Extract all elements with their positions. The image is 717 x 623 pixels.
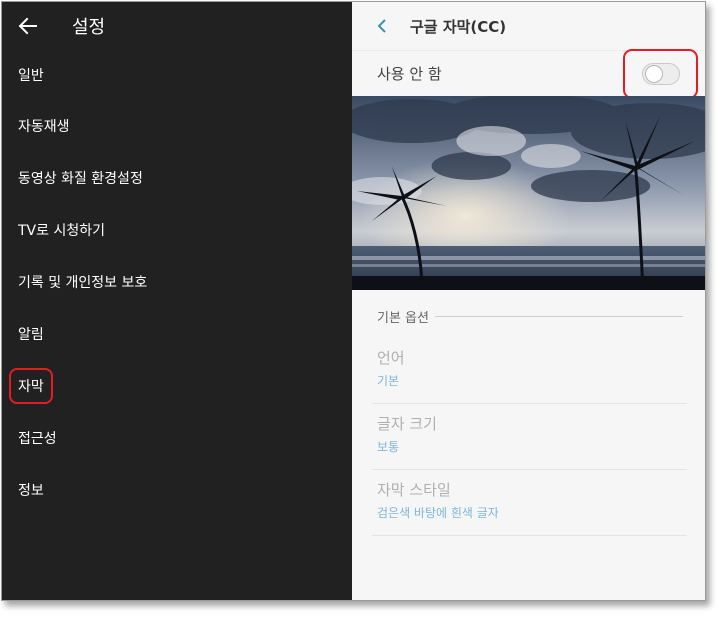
app-window: 설정 일반 자동재생 동영상 화질 환경설정 TV로 시청하기 기록 및 개인정… xyxy=(1,1,706,601)
option-value: 기본 xyxy=(377,374,400,388)
option-language[interactable]: 언어 기본 xyxy=(372,338,687,404)
menu-item-label: 자막 xyxy=(9,368,53,404)
menu-item-watch-on-tv[interactable]: TV로 시청하기 xyxy=(2,204,352,256)
option-title: 자막 스타일 xyxy=(377,481,451,499)
menu-item-label: 알림 xyxy=(18,327,44,343)
settings-menu: 일반 자동재생 동영상 화질 환경설정 TV로 시청하기 기록 및 개인정보 보… xyxy=(2,50,352,516)
toggle-highlight xyxy=(623,48,698,99)
captions-panel: 구글 자막(CC) 사용 안 함 기본 옵션 언어 기본 글자 크기 보통 자막… xyxy=(352,2,705,600)
menu-item-captions[interactable]: 자막 xyxy=(2,360,352,412)
back-arrow-icon[interactable] xyxy=(16,14,40,38)
menu-item-label: 정보 xyxy=(18,483,44,499)
settings-title: 설정 xyxy=(72,17,106,38)
menu-item-notifications[interactable]: 알림 xyxy=(2,308,352,360)
menu-item-history-privacy[interactable]: 기록 및 개인정보 보호 xyxy=(2,256,352,308)
menu-item-autoplay[interactable]: 자동재생 xyxy=(2,100,352,152)
captions-header: 구글 자막(CC) xyxy=(352,2,705,50)
section-divider xyxy=(434,315,683,317)
toggle-knob xyxy=(644,64,663,83)
menu-item-label: TV로 시청하기 xyxy=(18,223,105,239)
menu-item-label: 접근성 xyxy=(18,431,57,447)
captions-title: 구글 자막(CC) xyxy=(410,17,507,36)
menu-item-video-quality[interactable]: 동영상 화질 환경설정 xyxy=(2,152,352,204)
section-label: 기본 옵션 xyxy=(377,310,429,326)
menu-item-accessibility[interactable]: 접근성 xyxy=(2,412,352,464)
basic-options-header: 기본 옵션 xyxy=(352,294,705,338)
menu-item-about[interactable]: 정보 xyxy=(2,464,352,516)
option-value: 검은색 바탕에 흰색 글자 xyxy=(377,506,499,520)
menu-item-label: 동영상 화질 환경설정 xyxy=(18,171,143,187)
captions-toggle-row[interactable]: 사용 안 함 xyxy=(352,48,705,99)
menu-item-label: 자동재생 xyxy=(18,119,70,135)
option-title: 언어 xyxy=(377,349,405,367)
chevron-left-icon[interactable] xyxy=(374,17,392,35)
menu-item-general[interactable]: 일반 xyxy=(2,50,352,100)
toggle-label: 사용 안 함 xyxy=(377,65,442,83)
sidebar-header: 설정 xyxy=(2,2,352,50)
option-caption-style[interactable]: 자막 스타일 검은색 바탕에 흰색 글자 xyxy=(372,470,687,536)
captions-toggle[interactable] xyxy=(641,62,680,85)
settings-sidebar: 설정 일반 자동재생 동영상 화질 환경설정 TV로 시청하기 기록 및 개인정… xyxy=(2,2,352,600)
caption-preview-image xyxy=(352,96,705,290)
option-value: 보통 xyxy=(377,440,400,454)
menu-item-label: 기록 및 개인정보 보호 xyxy=(18,275,148,291)
menu-item-label: 일반 xyxy=(18,68,44,84)
option-title: 글자 크기 xyxy=(377,415,437,433)
option-font-size[interactable]: 글자 크기 보통 xyxy=(372,404,687,470)
